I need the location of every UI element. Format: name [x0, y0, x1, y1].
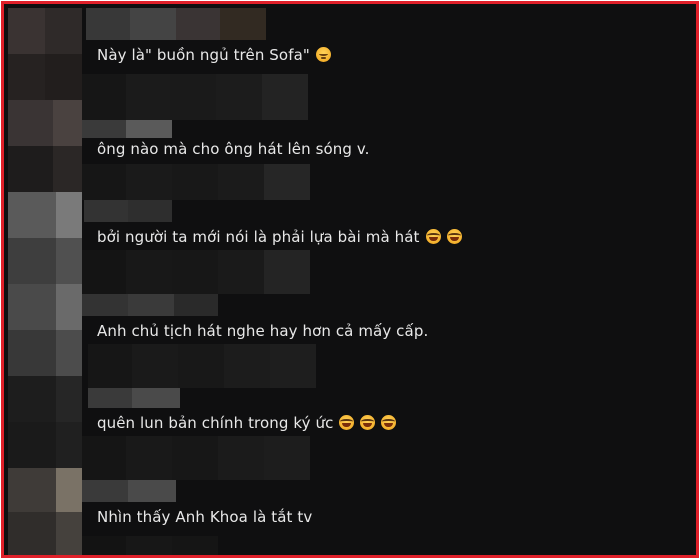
laughing-face-icon	[339, 415, 355, 430]
comment-text-content: Này là" buồn ngủ trên Sofa"	[97, 46, 310, 64]
comment-text-content: quên lun bản chính trong ký ức	[97, 414, 334, 432]
blurred-username	[84, 200, 128, 222]
blurred-username	[88, 388, 132, 408]
avatar-column	[8, 8, 82, 555]
comment-item: quên lun bản chính trong ký ức	[82, 344, 692, 436]
comment-text: quên lun bản chính trong ký ức	[97, 414, 397, 432]
comment-item: Nhìn thấy Anh Khoa là tắt tv	[82, 436, 692, 555]
comment-text-content: Anh chủ tịch hát nghe hay hơn cả mấy cấp…	[97, 322, 429, 340]
comment-text: Anh chủ tịch hát nghe hay hơn cả mấy cấp…	[97, 322, 428, 340]
comment-text: ông nào mà cho ông hát lên sóng v.	[97, 140, 370, 158]
blurred-username	[82, 480, 128, 502]
laughing-face-icon	[360, 415, 376, 430]
blurred-username	[86, 8, 130, 40]
laughing-face-icon	[381, 415, 397, 430]
blurred-username	[82, 294, 128, 316]
laughing-face-icon	[425, 229, 441, 244]
laughing-face-icon	[446, 229, 462, 244]
comment-item: bởi người ta mới nói là phải lựa bài mà …	[82, 164, 692, 256]
comment-text: Nhìn thấy Anh Khoa là tắt tv	[97, 508, 312, 526]
sleepy-face-icon	[315, 47, 331, 62]
comment-text-content: Nhìn thấy Anh Khoa là tắt tv	[97, 508, 313, 526]
blurred-username	[82, 120, 126, 138]
comment-text-content: bởi người ta mới nói là phải lựa bài mà …	[97, 228, 420, 246]
comment-text: bởi người ta mới nói là phải lựa bài mà …	[97, 228, 462, 246]
comment-text-content: ông nào mà cho ông hát lên sóng v.	[97, 140, 370, 158]
comment-item: Anh chủ tịch hát nghe hay hơn cả mấy cấp…	[82, 250, 692, 342]
comment-item: ông nào mà cho ông hát lên sóng v.	[82, 74, 692, 166]
screenshot-frame: Này là" buồn ngủ trên Sofa" ông nào mà c…	[1, 1, 699, 558]
comment-text: Này là" buồn ngủ trên Sofa"	[97, 46, 331, 64]
